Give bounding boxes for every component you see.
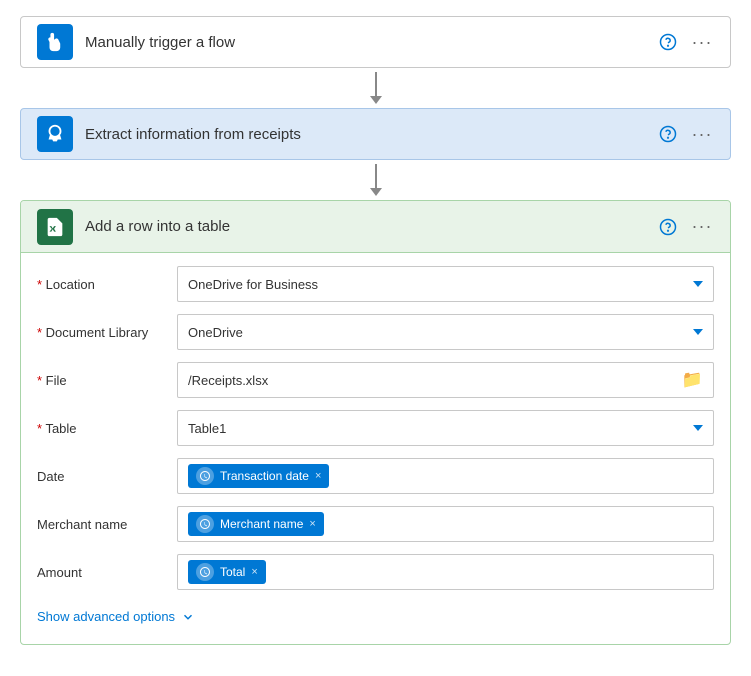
document-library-label: Document Library [37, 325, 177, 340]
extract-more-button[interactable]: ··· [690, 122, 714, 146]
location-field-row: Location OneDrive for Business [37, 265, 714, 303]
excel-step-header: Add a row into a table ··· [21, 201, 730, 253]
table-label: Table [37, 421, 177, 436]
document-library-field-row: Document Library OneDrive [37, 313, 714, 351]
arrow-head-1 [370, 96, 382, 104]
trigger-help-button[interactable] [656, 30, 680, 54]
trigger-step-actions: ··· [656, 30, 714, 54]
amount-token-label: Total [220, 565, 245, 579]
show-advanced-label: Show advanced options [37, 609, 175, 624]
document-library-chevron-icon [693, 329, 703, 335]
chevron-down-icon [181, 610, 195, 624]
trigger-step-title: Manually trigger a flow [85, 34, 656, 51]
date-input[interactable]: Transaction date × [177, 458, 714, 494]
merchant-name-token-close[interactable]: × [309, 518, 315, 530]
arrow-1 [370, 68, 382, 108]
excel-step-body: Location OneDrive for Business Document … [21, 253, 730, 644]
trigger-step-card: Manually trigger a flow ··· [20, 16, 731, 68]
location-value: OneDrive for Business [188, 277, 318, 292]
merchant-name-token-chip: Merchant name × [188, 512, 324, 536]
amount-input[interactable]: Total × [177, 554, 714, 590]
arrow-line-2 [375, 164, 377, 188]
excel-more-button[interactable]: ··· [690, 215, 714, 239]
hand-icon [44, 31, 66, 53]
amount-token-chip: Total × [188, 560, 266, 584]
amount-field-row: Amount Total × [37, 553, 714, 591]
amount-token-icon [196, 563, 214, 581]
extract-step-title: Extract information from receipts [85, 126, 656, 143]
merchant-name-field-row: Merchant name Merchant name × [37, 505, 714, 543]
file-label: File [37, 373, 177, 388]
trigger-more-button[interactable]: ··· [690, 30, 714, 54]
merchant-name-label: Merchant name [37, 517, 177, 532]
location-dropdown[interactable]: OneDrive for Business [177, 266, 714, 302]
amount-label: Amount [37, 565, 177, 580]
amount-token-close[interactable]: × [251, 566, 257, 578]
date-label: Date [37, 469, 177, 484]
excel-step-actions: ··· [656, 215, 714, 239]
extract-step-card: Extract information from receipts ··· [20, 108, 731, 160]
show-advanced-button[interactable]: Show advanced options [37, 601, 195, 628]
excel-help-button[interactable] [656, 215, 680, 239]
arrow-line-1 [375, 72, 377, 96]
date-field-row: Date Transaction date × [37, 457, 714, 495]
file-input[interactable]: /Receipts.xlsx 📁 [177, 362, 714, 398]
table-value: Table1 [188, 421, 226, 436]
merchant-name-input[interactable]: Merchant name × [177, 506, 714, 542]
document-library-value: OneDrive [188, 325, 243, 340]
table-field-row: Table Table1 [37, 409, 714, 447]
excel-icon [44, 216, 66, 238]
date-token-close[interactable]: × [315, 470, 321, 482]
date-token-icon [196, 467, 214, 485]
excel-step-icon [37, 209, 73, 245]
date-token-chip: Transaction date × [188, 464, 329, 488]
arrow-head-2 [370, 188, 382, 196]
trigger-step-icon [37, 24, 73, 60]
excel-step-title: Add a row into a table [85, 218, 656, 235]
folder-icon: 📁 [682, 370, 703, 390]
extract-help-button[interactable] [656, 122, 680, 146]
extract-step-actions: ··· [656, 122, 714, 146]
document-library-dropdown[interactable]: OneDrive [177, 314, 714, 350]
table-dropdown[interactable]: Table1 [177, 410, 714, 446]
location-chevron-icon [693, 281, 703, 287]
file-field-row: File /Receipts.xlsx 📁 [37, 361, 714, 399]
merchant-name-token-label: Merchant name [220, 517, 303, 531]
arrow-2 [370, 160, 382, 200]
file-value: /Receipts.xlsx [188, 373, 268, 388]
brain-icon [44, 123, 66, 145]
date-token-label: Transaction date [220, 469, 309, 483]
merchant-token-icon [196, 515, 214, 533]
location-label: Location [37, 277, 177, 292]
extract-step-icon [37, 116, 73, 152]
table-chevron-icon [693, 425, 703, 431]
excel-step-expanded-card: Add a row into a table ··· Location OneD… [20, 200, 731, 645]
